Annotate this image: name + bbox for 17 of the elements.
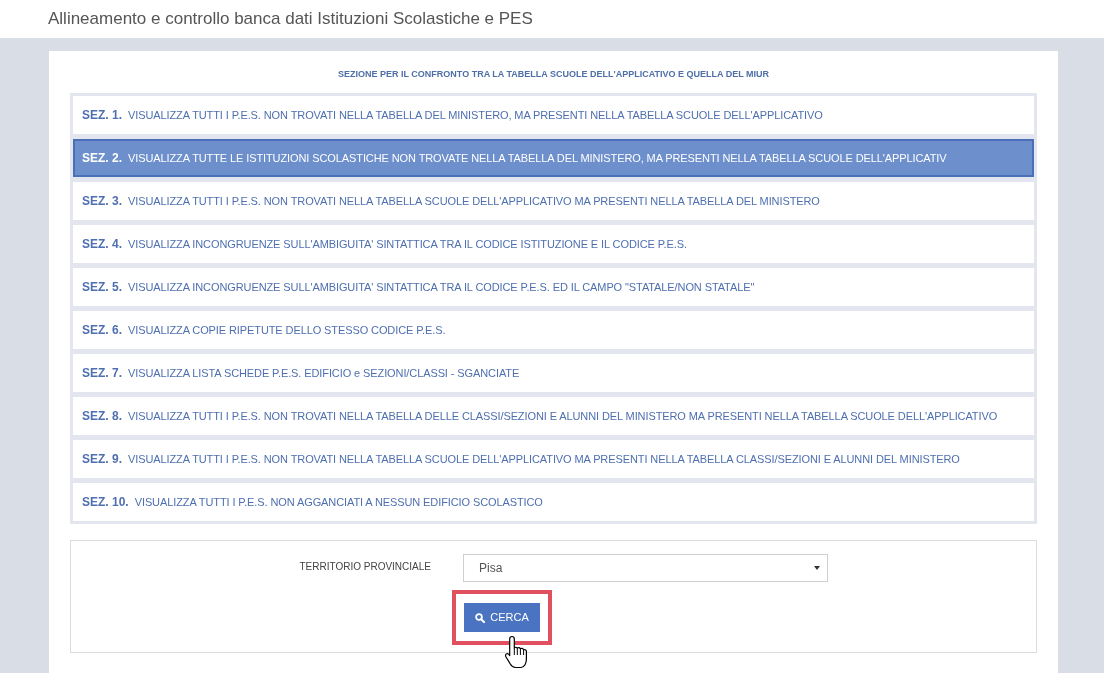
section-item[interactable]: SEZ. 4. VISUALIZZA INCONGRUENZE SULL'AMBIGUITA' SINTATTICA TRA IL CODICE ISTITUZIONE E IL CODICE P.E.S. — [73, 225, 1034, 263]
section-item[interactable]: SEZ. 2. VISUALIZZA TUTTE LE ISTITUZIONI SCOLASTICHE NON TROVATE NELLA TABELLA DEL MINISTERO, MA PRESENTI NELLA TABELLA SCUOLE DELL'APPLICATIV — [73, 139, 1034, 177]
section-item[interactable]: SEZ. 6. VISUALIZZA COPIE RIPETUTE DELLO STESSO CODICE P.E.S. — [73, 311, 1034, 349]
section-item[interactable]: SEZ. 8. VISUALIZZA TUTTI I P.E.S. NON TROVATI NELLA TABELLA DELLE CLASSI/SEZIONI E ALUNNI DEL MINISTERO MA PRESENTI NELLA TABELLA SCUOLE DELL'APPLICATIVO — [73, 397, 1034, 435]
search-icon — [475, 612, 486, 623]
province-select[interactable]: Pisa — [463, 554, 828, 582]
section-item[interactable]: SEZ. 9. VISUALIZZA TUTTI I P.E.S. NON TROVATI NELLA TABELLA SCUOLE DELL'APPLICATIVO MA PRESENTI NELLA TABELLA CLASSI/SEZIONI E ALUNNI DEL MINISTERO — [73, 440, 1034, 478]
panel-heading: SEZIONE PER IL CONFRONTO TRA LA TABELLA SCUOLE DELL'APPLICATIVO E QUELLA DEL MIUR — [338, 68, 769, 80]
search-button[interactable]: CERCA — [464, 603, 540, 632]
dropdown-caret-icon — [814, 566, 820, 570]
section-item[interactable]: SEZ. 3. VISUALIZZA TUTTI I P.E.S. NON TROVATI NELLA TABELLA SCUOLE DELL'APPLICATIVO MA PRESENTI NELLA TABELLA DEL MINISTERO — [73, 182, 1034, 220]
section-item[interactable]: SEZ. 5. VISUALIZZA INCONGRUENZE SULL'AMBIGUITA' SINTATTICA TRA IL CODICE P.E.S. ED IL CAMPO "STATALE/NON STATALE" — [73, 268, 1034, 306]
section-item[interactable]: SEZ. 1. VISUALIZZA TUTTI I P.E.S. NON TROVATI NELLA TABELLA DEL MINISTERO, MA PRESENTI NELLA TABELLA SCUOLE DELL'APPLICATIVO — [73, 96, 1034, 134]
filter-label: TERRITORIO PROVINCIALE — [299, 561, 431, 573]
section-item[interactable]: SEZ. 7. VISUALIZZA LISTA SCHEDE P.E.S. EDIFICIO e SEZIONI/CLASSI - SGANCIATE — [73, 354, 1034, 392]
page-title: Allineamento e controllo banca dati Istituzioni Scolastiche e PES — [48, 8, 533, 30]
section-item[interactable]: SEZ. 10. VISUALIZZA TUTTI I P.E.S. NON AGGANCIATI A NESSUN EDIFICIO SCOLASTICO — [73, 483, 1034, 521]
